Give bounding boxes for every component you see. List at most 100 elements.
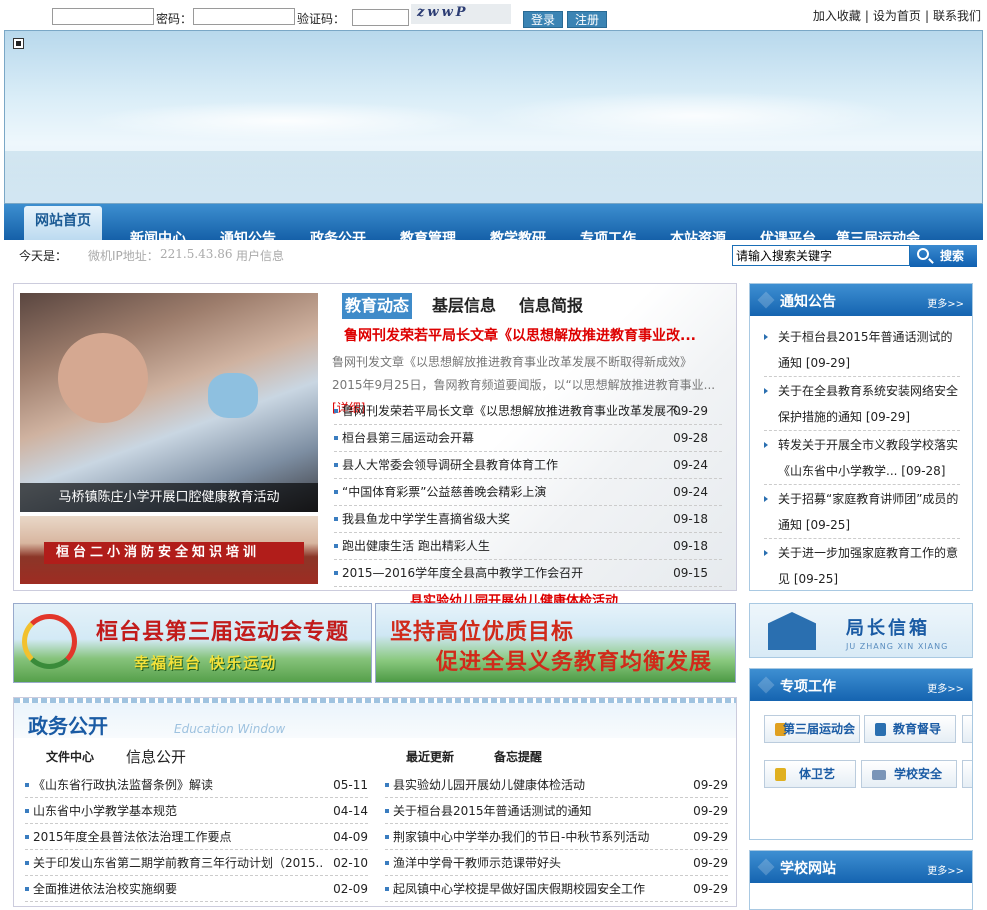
nav-special-work[interactable]: 专项工作 [580, 228, 636, 240]
list-item[interactable]: 县实验幼儿园开展幼儿健康体检活动 09-29 [385, 772, 728, 798]
list-item[interactable]: 县人大常委会领导调研全县教育体育工作 09-24 [334, 452, 722, 479]
list-item-title[interactable]: 桓台县第三届运动会开幕 [342, 425, 682, 452]
notice-item-text[interactable]: 关于进一步加强家庭教育工作的意见 [09-25] [764, 540, 960, 590]
notice-item-text[interactable]: 转发关于开展全市义教段学校落实《山东省中小学教学... [09-28] [764, 432, 960, 484]
list-item-date: 04-14 [333, 804, 368, 818]
nav-quality-lessons[interactable]: 优课平台 [760, 228, 816, 240]
list-item-title[interactable]: 渔洋中学骨干教师示范课带好头 [393, 850, 688, 876]
notice-item[interactable]: 转发关于开展全市义教段学校落实《山东省中小学教学... [09-28] [764, 432, 960, 485]
set-homepage-link[interactable]: 设为首页 [873, 9, 921, 23]
list-item-title[interactable]: 2015—2016学年度全县高中教学工作会召开 [342, 560, 682, 587]
list-item[interactable]: 桓台县第三届运动会开幕 09-28 [334, 425, 722, 452]
captcha-input[interactable] [352, 9, 409, 26]
list-item-title[interactable]: “中国体育彩票”公益慈善晚会精彩上演 [342, 479, 682, 506]
search-button[interactable]: 搜索 [910, 245, 977, 267]
list-item-title[interactable]: 鲁网刊发荣若平局长文章《以思想解放推进教育事业改革发展不... [342, 398, 682, 425]
nav-third-games[interactable]: 第三届运动会 [836, 228, 920, 240]
news-headline[interactable]: 鲁网刊发荣若平局长文章《以思想解放推进教育事业改... [344, 325, 724, 345]
flash-placeholder-icon[interactable] [13, 38, 24, 49]
nav-government-affairs[interactable]: 政务公开 [310, 228, 366, 240]
list-item[interactable]: 我县鱼龙中学学生喜摘省级大奖 09-18 [334, 506, 722, 533]
tab-memo-reminders[interactable]: 备忘提醒 [494, 748, 542, 765]
list-item-title[interactable]: 跑出健康生活 跑出精彩人生 [342, 533, 682, 560]
bullet-icon [334, 463, 338, 467]
arrow-icon [764, 388, 768, 394]
notice-more-link[interactable]: 更多>> [927, 295, 964, 310]
book-icon [875, 723, 886, 736]
nav-education-management[interactable]: 教育管理 [400, 228, 456, 240]
add-favorite-link[interactable]: 加入收藏 [813, 9, 861, 23]
list-item-title[interactable]: 荆家镇中心中学举办我们的节日-中秋节系列活动 [393, 824, 688, 850]
search-icon [917, 248, 929, 260]
more-special-button[interactable] [962, 715, 972, 743]
contact-us-link[interactable]: 联系我们 [933, 9, 981, 23]
notice-item-text[interactable]: 关于桓台县2015年普通话测试的通知 [09-29] [764, 324, 960, 376]
username-input[interactable] [52, 8, 154, 25]
password-input[interactable] [193, 8, 295, 25]
list-item[interactable]: 渔洋中学骨干教师示范课带好头 09-29 [385, 850, 728, 876]
notice-title: 通知公告 [780, 294, 836, 310]
notice-item-text[interactable]: 关于招募“家庭教育讲师团”成员的通知 [09-25] [764, 486, 960, 538]
list-item[interactable]: 关于印发山东省第二期学前教育三年行动计划（2015... 02-10 [25, 850, 368, 876]
tab-recent-updates[interactable]: 最近更新 [406, 748, 454, 765]
games-banner[interactable]: 桓台县第三届运动会专题 幸福桓台 快乐运动 [13, 603, 372, 683]
search-button-label: 搜索 [940, 249, 965, 263]
nav-teaching-research[interactable]: 教学教研 [490, 228, 546, 240]
list-item[interactable]: 关于桓台县2015年普通话测试的通知 09-29 [385, 798, 728, 824]
special-work-more-link[interactable]: 更多>> [927, 680, 964, 695]
register-button[interactable]: 注册 [567, 11, 607, 28]
main-nav: 网站首页 新闻中心 通知公告 政务公开 教育管理 教学教研 专项工作 本站资源 … [4, 204, 983, 240]
school-safety-button[interactable]: 学校安全 [861, 760, 957, 788]
nav-home[interactable]: 网站首页 [24, 206, 102, 240]
list-item[interactable]: 2015年度全县普法依法治理工作要点 04-09 [25, 824, 368, 850]
health-arts-button[interactable]: 体卫艺 [764, 760, 856, 788]
tab-info-brief[interactable]: 信息简报 [519, 293, 583, 319]
login-button[interactable]: 登录 [523, 11, 563, 28]
list-item-title[interactable]: 县实验幼儿园开展幼儿健康体检活动 [393, 772, 688, 798]
nav-news-center[interactable]: 新闻中心 [130, 228, 186, 240]
notice-item[interactable]: 关于在全县教育系统安装网络安全保护措施的通知 [09-29] [764, 378, 960, 431]
tab-education-news[interactable]: 教育动态 [342, 293, 413, 319]
more-special-button[interactable] [962, 760, 972, 788]
list-item-title[interactable]: 全面推进依法治校实施纲要 [33, 876, 323, 902]
list-item-title[interactable]: 县人大常委会领导调研全县教育体育工作 [342, 452, 682, 479]
list-item-title[interactable]: 关于印发山东省第二期学前教育三年行动计划（2015... [33, 850, 323, 876]
list-item-title[interactable]: 《山东省行政执法监督条例》解读 [33, 772, 323, 798]
list-item[interactable]: 荆家镇中心中学举办我们的节日-中秋节系列活动 09-29 [385, 824, 728, 850]
user-info[interactable]: 用户信息 [236, 247, 284, 264]
list-item[interactable]: 起凤镇中心学校提早做好国庆假期校园安全工作 09-29 [385, 876, 728, 902]
school-websites-more-link[interactable]: 更多>> [927, 862, 964, 877]
list-item[interactable]: 鲁网刊发荣若平局长文章《以思想解放推进教育事业改革发展不... 09-29 [334, 398, 722, 425]
notice-item[interactable]: 关于招募“家庭教育讲师团”成员的通知 [09-25] [764, 486, 960, 539]
games-banner-slogan: 幸福桓台 快乐运动 [134, 654, 278, 672]
education-supervision-button[interactable]: 教育督导 [864, 715, 956, 743]
list-item[interactable]: 2015—2016学年度全县高中教学工作会召开 09-15 [334, 560, 722, 587]
nav-notices[interactable]: 通知公告 [220, 228, 276, 240]
list-item-title[interactable]: 起凤镇中心学校提早做好国庆假期校园安全工作 [393, 876, 688, 902]
notice-item-text[interactable]: 关于在全县教育系统安装网络安全保护措施的通知 [09-29] [764, 378, 960, 430]
notice-item[interactable]: 关于进一步加强家庭教育工作的意见 [09-25] [764, 540, 960, 590]
tab-info-disclosure[interactable]: 信息公开 [126, 746, 186, 767]
notice-item[interactable]: 关于桓台县2015年普通话测试的通知 [09-29] [764, 324, 960, 377]
featured-photo-caption[interactable]: 马桥镇陈庄小学开展口腔健康教育活动 [20, 483, 318, 512]
tab-file-center[interactable]: 文件中心 [46, 748, 94, 765]
captcha-image[interactable]: zwwP [411, 4, 511, 24]
search-input[interactable] [732, 245, 910, 266]
education-balance-banner[interactable]: 坚持高位优质目标 促进全县义务教育均衡发展 [375, 603, 736, 683]
tab-grassroots-info[interactable]: 基层信息 [432, 293, 496, 319]
password-label: 密码： [156, 12, 193, 26]
list-item-title[interactable]: 2015年度全县普法依法治理工作要点 [33, 824, 323, 850]
nav-site-resources[interactable]: 本站资源 [670, 228, 726, 240]
director-mailbox-banner[interactable]: 局长信箱 JU ZHANG XIN XIANG [749, 603, 973, 658]
list-item[interactable]: 山东省中小学教学基本规范 04-14 [25, 798, 368, 824]
list-item[interactable]: 跑出健康生活 跑出精彩人生 09-18 [334, 533, 722, 560]
list-item[interactable]: “中国体育彩票”公益慈善晚会精彩上演 09-24 [334, 479, 722, 506]
list-item[interactable]: 全面推进依法治校实施纲要 02-09 [25, 876, 368, 902]
list-item-title[interactable]: 我县鱼龙中学学生喜摘省级大奖 [342, 506, 682, 533]
list-item-title[interactable]: 关于桓台县2015年普通话测试的通知 [393, 798, 688, 824]
secondary-photo[interactable]: 桓台二小消防安全知识培训 [20, 516, 318, 584]
third-games-button[interactable]: 第三届运动会 [764, 715, 860, 743]
list-item[interactable]: 《山东省行政执法监督条例》解读 05-11 [25, 772, 368, 798]
featured-photo[interactable]: 马桥镇陈庄小学开展口腔健康教育活动 [20, 293, 318, 512]
list-item-title[interactable]: 山东省中小学教学基本规范 [33, 798, 323, 824]
